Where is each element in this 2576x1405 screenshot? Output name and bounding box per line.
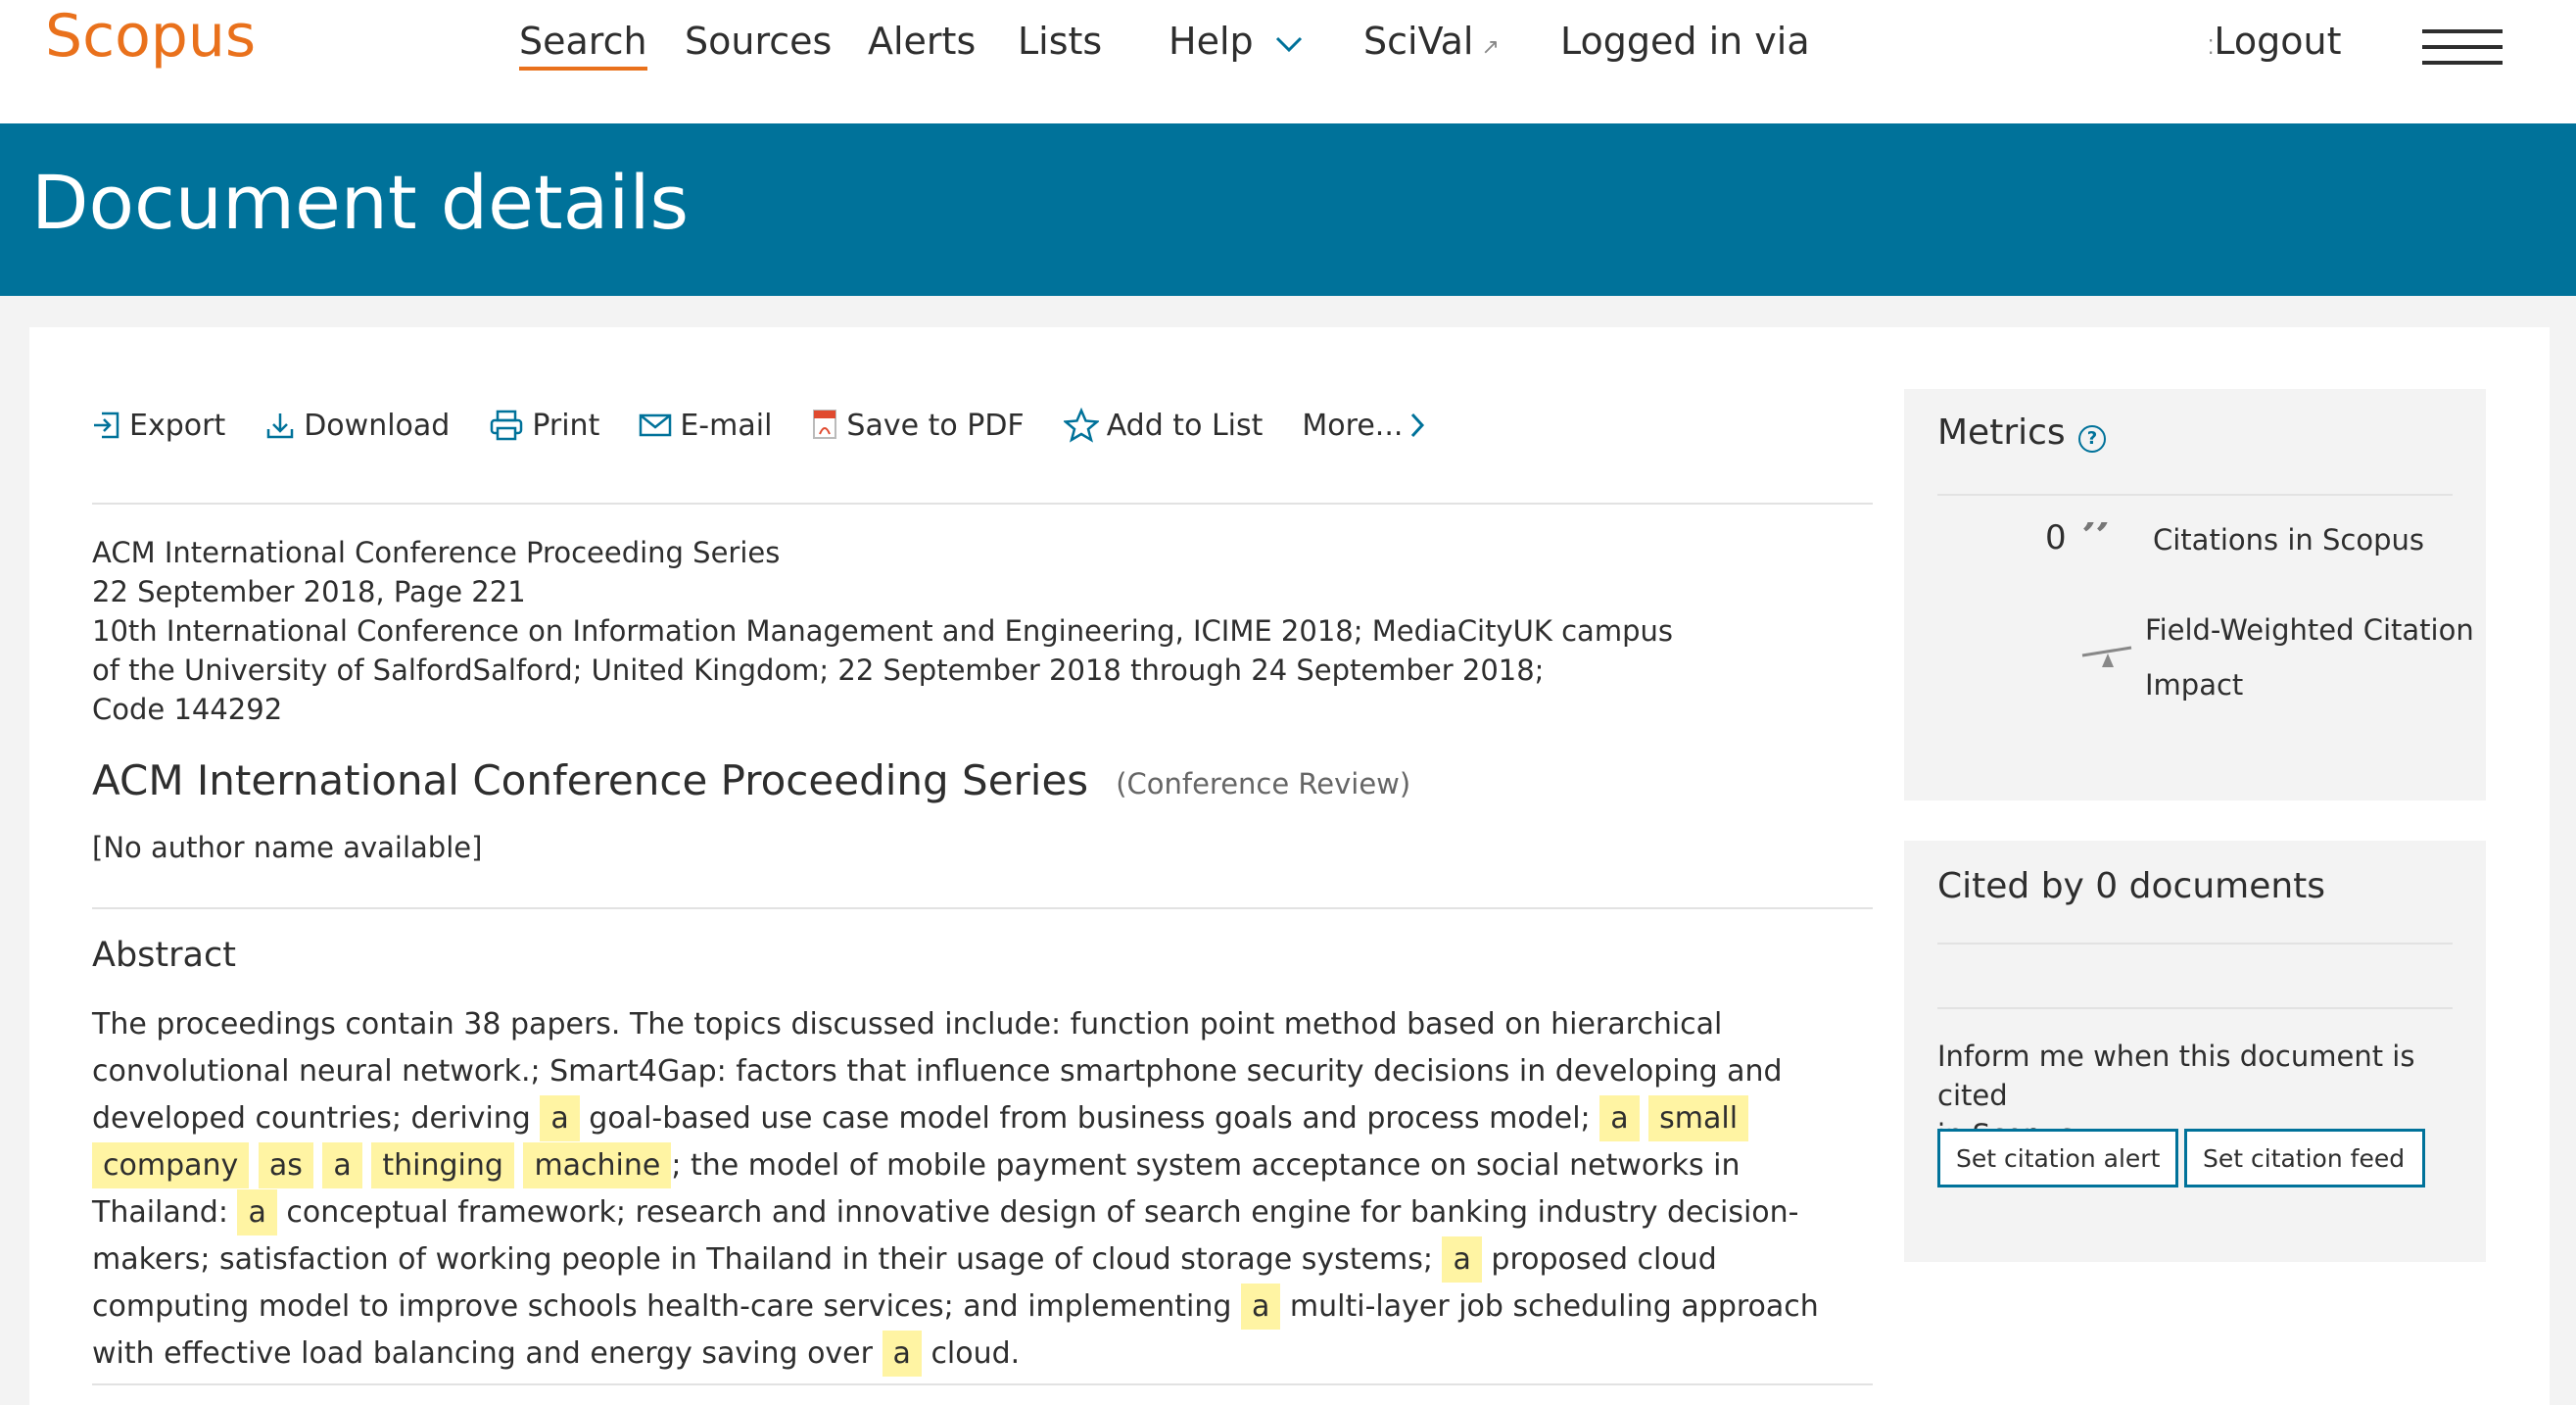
highlighted-term: small xyxy=(1648,1095,1749,1141)
chevron-right-icon xyxy=(1411,412,1425,438)
fwci-label[interactable]: Field-Weighted Citation Impact xyxy=(2145,603,2474,712)
nav-sources[interactable]: Sources xyxy=(685,20,832,63)
cited-by-title: Cited by 0 documents xyxy=(1937,866,2326,906)
nav-search[interactable]: Search xyxy=(519,20,647,71)
divider xyxy=(92,503,1873,505)
abstract-segment: cloud. xyxy=(921,1336,1021,1371)
set-citation-alert-label: Set citation alert xyxy=(1956,1143,2161,1173)
balance-scale-icon xyxy=(2081,646,2132,667)
highlighted-term: a xyxy=(322,1142,362,1188)
source-line: Code 144292 xyxy=(92,693,283,726)
chevron-down-icon xyxy=(1275,36,1302,52)
page-title: Document details xyxy=(31,159,690,246)
source-info: ACM International Conference Proceeding … xyxy=(92,533,1673,729)
cited-by-panel: Cited by 0 documents Inform me when this… xyxy=(1904,841,2486,1262)
highlighted-term: a xyxy=(540,1095,580,1141)
document-title: ACM International Conference Proceeding … xyxy=(92,756,1410,804)
pdf-icon xyxy=(813,410,837,439)
nav-help[interactable]: Help xyxy=(1169,20,1303,63)
citations-count: 0 xyxy=(2045,518,2067,557)
metrics-title: Metrics xyxy=(1937,412,2066,453)
highlighted-term: a xyxy=(1442,1236,1482,1283)
fwci-label-line: Impact xyxy=(2145,668,2244,702)
highlighted-term: a xyxy=(1240,1284,1281,1330)
export-label: Export xyxy=(129,408,226,443)
abstract-segment xyxy=(1640,1101,1649,1136)
download-label: Download xyxy=(304,408,451,443)
abstract-heading: Abstract xyxy=(92,936,236,975)
document-title-text: ACM International Conference Proceeding … xyxy=(92,756,1089,804)
scopus-logo[interactable]: Scopus xyxy=(45,2,256,71)
add-to-list-button[interactable]: Add to List xyxy=(1063,408,1264,443)
print-button[interactable]: Print xyxy=(489,409,599,443)
divider xyxy=(92,1383,1873,1385)
add-to-list-label: Add to List xyxy=(1106,408,1264,443)
abstract-segment xyxy=(362,1148,372,1183)
save-to-pdf-label: Save to PDF xyxy=(846,408,1025,443)
nav-logged-in-via[interactable]: Logged in via xyxy=(1560,20,1810,63)
highlighted-term: a xyxy=(882,1331,922,1377)
citation-alert-info-line: Inform me when this document is cited xyxy=(1937,1040,2415,1112)
nav-alerts[interactable]: Alerts xyxy=(868,20,976,63)
nav-lists[interactable]: Lists xyxy=(1018,20,1102,63)
citations-label[interactable]: Citations in Scopus xyxy=(2153,512,2424,567)
export-button[interactable]: Export xyxy=(92,409,225,443)
divider xyxy=(1937,494,2453,496)
quote-icon: ” xyxy=(2078,522,2115,561)
email-label: E-mail xyxy=(680,408,773,443)
source-line: 10th International Conference on Informa… xyxy=(92,614,1673,648)
top-navigation: Scopus Search Sources Alerts Lists Help … xyxy=(0,0,2576,123)
author-list: [No author name available] xyxy=(92,831,483,864)
hamburger-menu-icon[interactable] xyxy=(2422,29,2503,69)
divider xyxy=(92,907,1873,909)
highlighted-term: company xyxy=(92,1142,250,1188)
source-line: 22 September 2018, Page 221 xyxy=(92,575,526,608)
highlighted-term: machine xyxy=(523,1142,672,1188)
nav-scival-label: SciVal xyxy=(1363,20,1474,63)
source-line: ACM International Conference Proceeding … xyxy=(92,536,781,569)
download-button[interactable]: Download xyxy=(264,409,450,443)
abstract-segment xyxy=(514,1148,524,1183)
svg-text:”: ” xyxy=(2078,522,2115,561)
email-button[interactable]: E-mail xyxy=(639,409,772,443)
metrics-panel: Metrics ? 0 ” Citations in Scopus Field-… xyxy=(1904,389,2486,800)
highlighted-term: a xyxy=(1599,1095,1640,1141)
highlighted-term: a xyxy=(237,1189,277,1235)
external-link-icon: ↗ xyxy=(1481,35,1500,60)
divider xyxy=(1937,943,2453,945)
export-icon xyxy=(94,412,119,439)
star-icon xyxy=(1063,408,1099,443)
question-mark-icon[interactable]: ? xyxy=(2078,425,2106,453)
abstract-segment xyxy=(313,1148,323,1183)
download-icon xyxy=(266,413,294,439)
nav-scival[interactable]: SciVal ↗ xyxy=(1363,20,1500,63)
source-line: of the University of SalfordSalford; Uni… xyxy=(92,654,1545,687)
highlighted-term: thinging xyxy=(371,1142,514,1188)
fwci-label-line: Field-Weighted Citation xyxy=(2145,613,2474,647)
envelope-icon xyxy=(640,413,672,437)
highlighted-term: as xyxy=(258,1142,313,1188)
more-button[interactable]: More... xyxy=(1302,409,1434,443)
set-citation-alert-button[interactable]: Set citation alert xyxy=(1937,1129,2178,1187)
divider xyxy=(1937,1007,2453,1009)
document-type: (Conference Review) xyxy=(1116,766,1411,800)
abstract-text: The proceedings contain 38 papers. The t… xyxy=(92,1001,1875,1378)
page-banner: Document details xyxy=(0,123,2576,296)
abstract-segment: goal-based use case model from business … xyxy=(579,1101,1600,1136)
nav-logout[interactable]: ⁚Logout xyxy=(2208,20,2341,63)
more-label: More... xyxy=(1302,408,1404,443)
printer-icon xyxy=(491,410,523,441)
nav-logout-label: Logout xyxy=(2214,20,2342,63)
nav-help-label: Help xyxy=(1169,20,1254,63)
save-to-pdf-button[interactable]: Save to PDF xyxy=(811,408,1025,443)
set-citation-feed-label: Set citation feed xyxy=(2203,1143,2406,1173)
print-label: Print xyxy=(532,408,600,443)
abstract-segment xyxy=(249,1148,259,1183)
document-toolbar: Export Download Print E-mail Save to PDF… xyxy=(92,396,1473,455)
set-citation-feed-button[interactable]: Set citation feed xyxy=(2184,1129,2425,1187)
